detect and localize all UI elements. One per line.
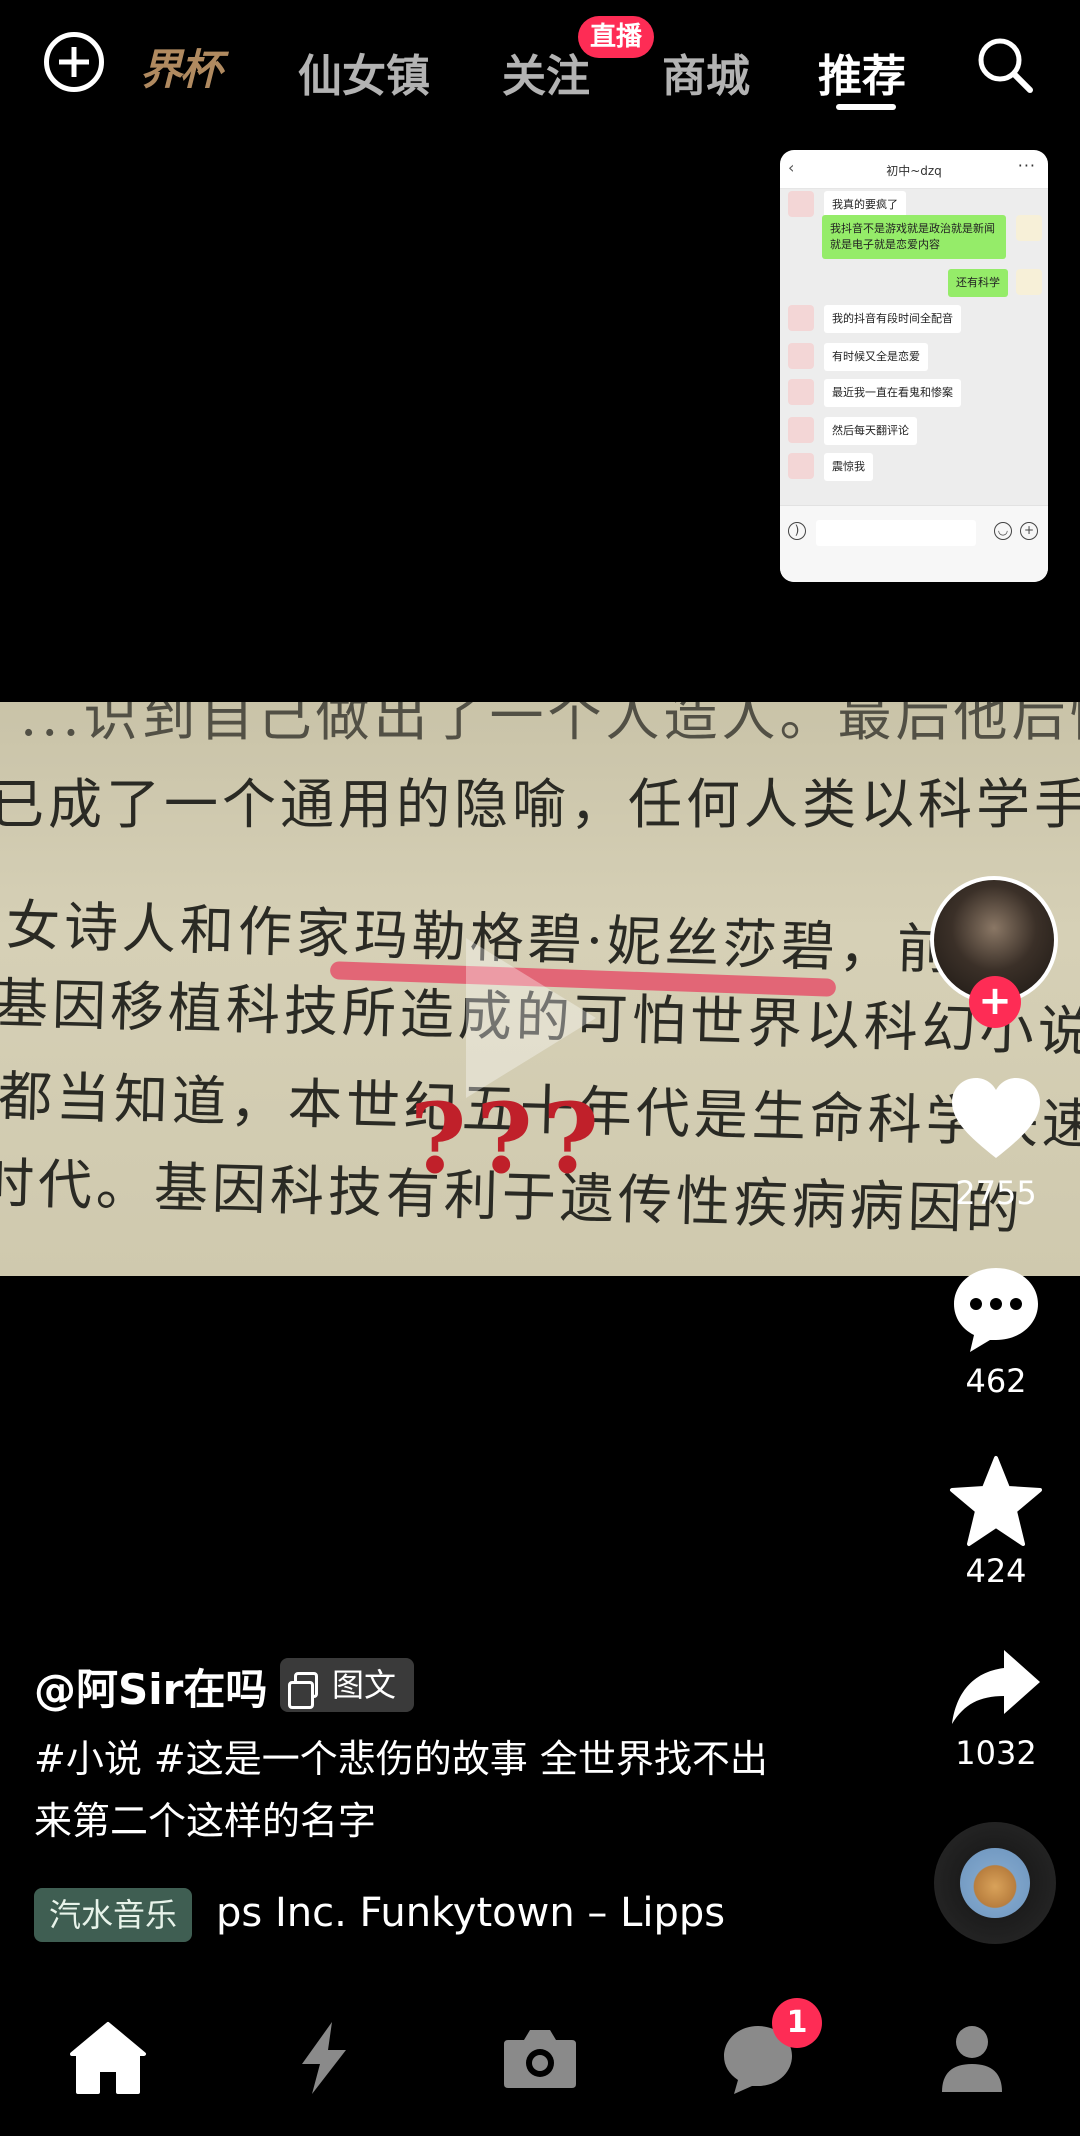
avatar	[788, 379, 814, 405]
chat-message: 还有科学	[948, 269, 1008, 297]
like-count: 2755	[955, 1174, 1037, 1212]
tab-recommend[interactable]: 推荐	[818, 40, 906, 104]
search-icon[interactable]	[974, 34, 1036, 96]
play-icon[interactable]	[466, 938, 596, 1098]
tab-mall[interactable]: 商城	[662, 40, 750, 104]
chat-message: 我抖音不是游戏就是政治就是新闻 就是电子就是恋爱内容	[822, 215, 1006, 259]
avatar	[788, 417, 814, 443]
music-title[interactable]: ps Inc. Funkytown – Lipps	[216, 1890, 725, 1936]
share-icon[interactable]	[948, 1642, 1044, 1738]
post-type-pill: 图文	[280, 1658, 414, 1712]
pip-chat-header: ‹ 初中~dzq ···	[780, 150, 1048, 189]
tab-xiannvzhen[interactable]: 仙女镇	[298, 40, 430, 104]
pip-chat-input-bar: ) ◡ +	[780, 505, 1048, 582]
profile-icon[interactable]	[932, 2018, 1012, 2098]
emoji-icon[interactable]: ◡	[994, 522, 1012, 540]
follow-button[interactable]: +	[969, 976, 1021, 1028]
avatar	[1016, 269, 1042, 295]
music-disc[interactable]	[934, 1822, 1056, 1944]
post-type-label: 图文	[332, 1666, 397, 1704]
pip-chat-input[interactable]	[816, 520, 976, 546]
image-text-line: ...识到自己做出了一个人造人。最后他后悔莫及	[20, 702, 1080, 748]
more-icon[interactable]: ···	[1018, 156, 1036, 175]
brand-tab[interactable]: 界杯	[140, 36, 222, 97]
chat-message: 我的抖音有段时间全配音	[824, 305, 961, 333]
active-tab-indicator	[836, 104, 896, 110]
home-icon[interactable]	[68, 2018, 148, 2098]
author-name[interactable]: @阿Sir在吗	[34, 1656, 267, 1717]
share-count: 1032	[955, 1734, 1037, 1772]
image-post-icon	[288, 1672, 318, 1709]
music-source-tag[interactable]: 汽水音乐	[34, 1888, 192, 1942]
top-nav: 界杯 仙女镇 关注 直播 商城 推荐	[0, 0, 1080, 140]
add-icon[interactable]	[44, 32, 104, 92]
live-badge[interactable]: 直播	[578, 16, 654, 58]
tab-following[interactable]: 关注	[502, 40, 590, 104]
post-image[interactable]: ...识到自己做出了一个人造人。最后他后悔莫及 已成了一个通用的隐喻，任何人类以…	[0, 702, 1080, 1276]
favorite-count: 424	[965, 1552, 1027, 1590]
avatar	[788, 453, 814, 479]
chat-message: 然后每天翻评论	[824, 417, 917, 445]
voice-icon[interactable]: )	[788, 522, 806, 540]
image-text-line: 已成了一个通用的隐喻，任何人类以科学手段创造	[0, 773, 1080, 836]
question-marks: ???	[410, 1082, 609, 1195]
lightning-icon[interactable]	[284, 2018, 364, 2098]
chat-message: 震惊我	[824, 453, 873, 481]
avatar	[788, 191, 814, 217]
chat-message: 最近我一直在看鬼和惨案	[824, 379, 961, 407]
avatar	[788, 343, 814, 369]
music-cover	[960, 1848, 1030, 1918]
plus-icon[interactable]: +	[1020, 522, 1038, 540]
avatar	[788, 305, 814, 331]
chat-message: 有时候又全是恋爱	[824, 343, 928, 371]
message-badge: 1	[772, 1998, 822, 2048]
comment-count: 462	[965, 1362, 1027, 1400]
star-icon[interactable]	[948, 1454, 1044, 1550]
pip-chat-window[interactable]: ‹ 初中~dzq ··· 我真的要疯了 我抖音不是游戏就是政治就是新闻 就是电子…	[780, 150, 1048, 582]
post-description[interactable]: #小说 #这是一个悲伤的故事 全世界找不出来第二个这样的名字	[34, 1728, 794, 1852]
bottom-nav	[0, 1996, 1080, 2136]
pip-chat-body: 我真的要疯了 我抖音不是游戏就是政治就是新闻 就是电子就是恋爱内容 还有科学 我…	[780, 189, 1048, 507]
heart-icon[interactable]	[948, 1072, 1044, 1168]
avatar	[1016, 215, 1042, 241]
camera-icon[interactable]	[500, 2018, 580, 2098]
pip-chat-title: 初中~dzq	[886, 164, 942, 178]
comment-icon[interactable]	[948, 1262, 1044, 1358]
